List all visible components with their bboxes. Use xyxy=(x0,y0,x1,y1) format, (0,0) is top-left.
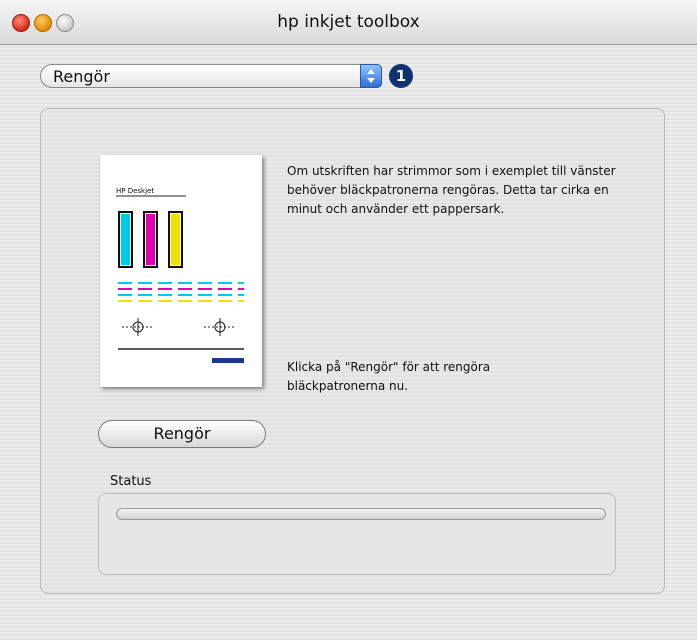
title-bar: hp inkjet toolbox xyxy=(0,0,697,45)
sample-cyan-bar xyxy=(121,214,130,265)
clean-button[interactable]: Rengör xyxy=(98,420,266,448)
stepper-arrows-icon xyxy=(360,64,382,88)
sample-printout-image: HP Deskjet xyxy=(100,155,262,387)
popup-selected-value: Rengör xyxy=(53,67,110,86)
sample-magenta-bar xyxy=(146,214,155,265)
streak-description-text: Om utskriften har strimmor som i exemple… xyxy=(287,164,616,216)
callout-number-badge: 1 xyxy=(389,64,413,88)
sample-header-text: HP Deskjet xyxy=(116,187,154,195)
clean-instruction-text: Klicka på "Rengör" för att rengöra bläck… xyxy=(287,360,491,393)
status-progress-bar xyxy=(116,508,606,520)
window-title: hp inkjet toolbox xyxy=(277,12,420,32)
function-popup-menu[interactable]: Rengör xyxy=(40,64,382,88)
status-label: Status xyxy=(110,474,152,489)
sample-yellow-bar xyxy=(171,214,180,265)
status-group-box xyxy=(98,493,616,575)
